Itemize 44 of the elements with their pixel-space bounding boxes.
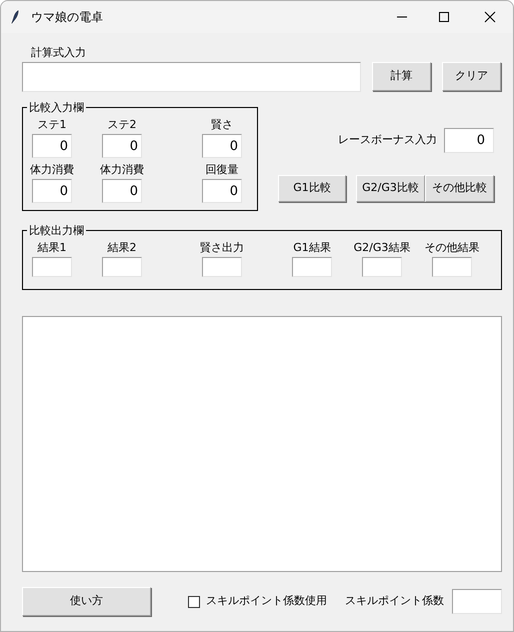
input-field[interactable]: 0 — [444, 128, 494, 153]
output-field[interactable] — [362, 257, 402, 277]
compare-button[interactable]: G1比較 — [278, 175, 346, 202]
field-label: 回復量 — [206, 162, 238, 178]
clear-button[interactable]: クリア — [442, 62, 501, 91]
field-label: スキルポイント係数 — [345, 593, 444, 610]
group-label: 比較入力欄 — [28, 101, 85, 114]
maximize-icon[interactable] — [438, 11, 450, 23]
output-field[interactable] — [432, 257, 472, 277]
field-label: 計算式入力 — [31, 45, 87, 61]
output-field[interactable] — [32, 257, 72, 277]
compare-button[interactable]: G2/G3比較 — [356, 175, 425, 202]
field-label: G2/G3結果 — [354, 240, 410, 256]
field-label: 体力消費 — [100, 162, 144, 178]
close-icon[interactable] — [484, 11, 496, 23]
input-field[interactable]: 0 — [102, 179, 142, 203]
help-button[interactable]: 使い方 — [22, 587, 151, 616]
checkbox-label: スキルポイント係数使用 — [206, 593, 327, 610]
feather-icon — [11, 10, 19, 24]
field-label: 賢さ — [211, 117, 233, 133]
compare-button[interactable]: その他比較 — [425, 175, 494, 202]
field-label: G1結果 — [293, 240, 331, 256]
field-label: レースボーナス入力 — [338, 132, 437, 148]
output-field[interactable] — [102, 257, 142, 277]
input-field[interactable]: 0 — [202, 134, 242, 158]
input-field[interactable] — [452, 589, 502, 614]
field-label: その他結果 — [424, 240, 480, 256]
field-label: ステ2 — [108, 117, 136, 133]
calculate-button[interactable]: 計算 — [372, 62, 432, 91]
field-label: 賢さ出力 — [200, 240, 244, 256]
checkbox[interactable] — [188, 596, 200, 608]
input-field[interactable] — [22, 62, 362, 92]
input-field[interactable]: 0 — [32, 134, 72, 158]
input-field[interactable]: 0 — [202, 179, 242, 203]
input-field[interactable]: 0 — [32, 179, 72, 203]
field-label: 結果2 — [108, 240, 136, 256]
group-label: 比較出力欄 — [28, 224, 85, 237]
input-field[interactable]: 0 — [102, 134, 142, 158]
output-field[interactable] — [202, 257, 242, 277]
field-label: 結果1 — [38, 240, 66, 256]
output-field[interactable] — [292, 257, 332, 277]
field-label: ステ1 — [38, 117, 66, 133]
window-title: ウマ娘の電卓 — [31, 9, 103, 26]
field-label: 体力消費 — [30, 162, 74, 178]
